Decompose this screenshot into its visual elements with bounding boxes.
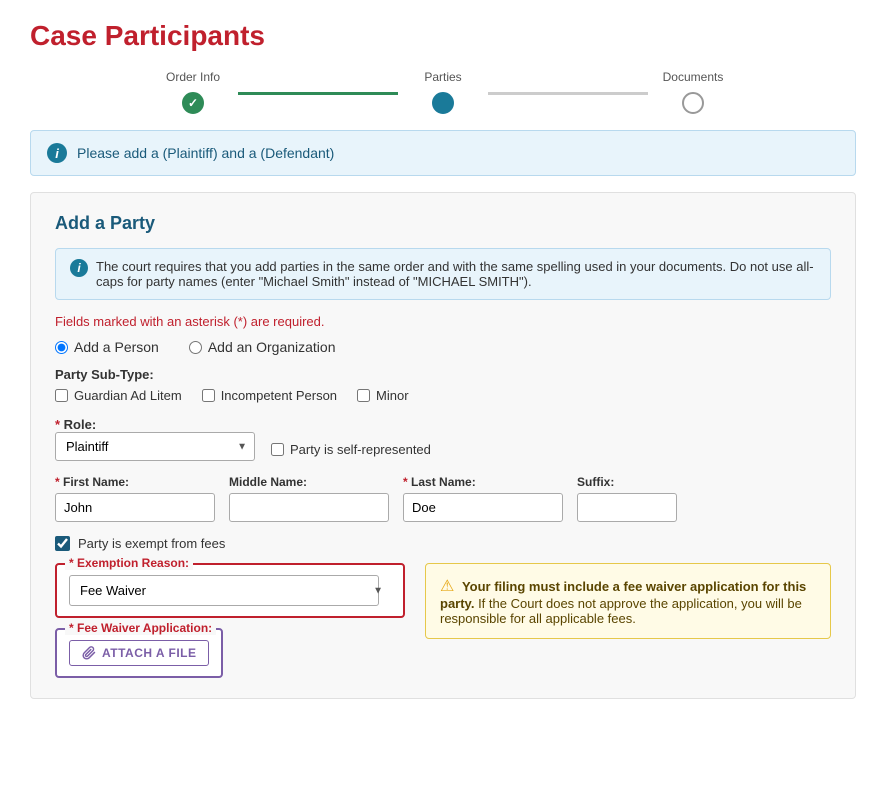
- exemption-select-wrapper: Fee Waiver ▼: [69, 575, 391, 606]
- court-notice-icon: i: [70, 259, 88, 277]
- info-icon: i: [47, 143, 67, 163]
- fee-waiver-warning: ⚠ Your filing must include a fee waiver …: [425, 563, 831, 639]
- exempt-fees-row: Party is exempt from fees: [55, 536, 831, 551]
- org-radio-label: Add an Organization: [208, 339, 336, 355]
- self-rep-checkbox[interactable]: [271, 443, 284, 456]
- warning-body: If the Court does not approve the applic…: [440, 596, 802, 626]
- person-radio-input[interactable]: [55, 341, 68, 354]
- incompetent-person-option[interactable]: Incompetent Person: [202, 388, 337, 403]
- info-banner: i Please add a (Plaintiff) and a (Defend…: [30, 130, 856, 176]
- warning-icon: ⚠: [440, 578, 454, 595]
- party-type-group: Add a Person Add an Organization: [55, 339, 831, 355]
- guardian-ad-litem-checkbox[interactable]: [55, 389, 68, 402]
- page-title: Case Participants: [30, 20, 856, 52]
- fee-waiver-app-box-label: * Fee Waiver Application:: [65, 621, 216, 635]
- minor-label: Minor: [376, 388, 409, 403]
- role-label: * Role:: [55, 417, 255, 432]
- attach-file-button[interactable]: ATTACH A FILE: [69, 640, 209, 666]
- add-party-title: Add a Party: [55, 213, 831, 234]
- guardian-ad-litem-option[interactable]: Guardian Ad Litem: [55, 388, 182, 403]
- paperclip-icon: [82, 646, 96, 660]
- last-name-field: * Last Name:: [403, 475, 563, 522]
- suffix-label: Suffix:: [577, 475, 677, 489]
- incompetent-person-label: Incompetent Person: [221, 388, 337, 403]
- person-radio-label: Add a Person: [74, 339, 159, 355]
- name-fields-row: * First Name: Middle Name: * Last Name: …: [55, 475, 831, 522]
- exempt-fees-checkbox[interactable]: [55, 536, 70, 551]
- add-org-radio[interactable]: Add an Organization: [189, 339, 336, 355]
- self-rep-label: Party is self-represented: [290, 442, 431, 457]
- sub-type-group: Guardian Ad Litem Incompetent Person Min…: [55, 388, 831, 403]
- connector-2: [488, 92, 648, 95]
- required-note: Fields marked with an asterisk (*) are r…: [55, 314, 831, 329]
- role-select-wrapper: Plaintiff Defendant ▼: [55, 432, 255, 461]
- first-name-field: * First Name:: [55, 475, 215, 522]
- org-radio-input[interactable]: [189, 341, 202, 354]
- step-parties: Parties: [398, 70, 488, 114]
- role-select[interactable]: Plaintiff Defendant: [55, 432, 255, 461]
- step-circle-parties: [432, 92, 454, 114]
- suffix-field: Suffix:: [577, 475, 677, 522]
- connector-1: [238, 92, 398, 95]
- add-person-radio[interactable]: Add a Person: [55, 339, 159, 355]
- sub-type-label: Party Sub-Type:: [55, 367, 831, 382]
- fee-waiver-app-box: * Fee Waiver Application: ATTACH A FILE: [55, 628, 223, 678]
- exemption-left: * Exemption Reason: Fee Waiver ▼ * Fee W…: [55, 563, 405, 678]
- exempt-fees-label: Party is exempt from fees: [78, 536, 225, 551]
- court-notice: i The court requires that you add partie…: [55, 248, 831, 300]
- suffix-input[interactable]: [577, 493, 677, 522]
- exemption-section: * Exemption Reason: Fee Waiver ▼ * Fee W…: [55, 563, 831, 678]
- exemption-reason-select[interactable]: Fee Waiver: [69, 575, 379, 606]
- progress-bar: Order Info ✓ Parties Documents: [30, 70, 856, 114]
- last-name-input[interactable]: [403, 493, 563, 522]
- middle-name-label: Middle Name:: [229, 475, 389, 489]
- guardian-ad-litem-label: Guardian Ad Litem: [74, 388, 182, 403]
- minor-option[interactable]: Minor: [357, 388, 409, 403]
- step-order-info: Order Info ✓: [148, 70, 238, 114]
- middle-name-input[interactable]: [229, 493, 389, 522]
- info-banner-text: Please add a (Plaintiff) and a (Defendan…: [77, 145, 334, 161]
- last-name-label: * Last Name:: [403, 475, 563, 489]
- exemption-reason-box: * Exemption Reason: Fee Waiver ▼: [55, 563, 405, 618]
- step-documents: Documents: [648, 70, 738, 114]
- exemption-reason-box-label: * Exemption Reason:: [65, 556, 193, 570]
- self-rep-checkbox-label[interactable]: Party is self-represented: [271, 442, 431, 457]
- first-name-input[interactable]: [55, 493, 215, 522]
- role-group: * Role: Plaintiff Defendant ▼ Party is s…: [55, 417, 831, 461]
- court-notice-text: The court requires that you add parties …: [96, 259, 816, 289]
- add-party-card: Add a Party i The court requires that yo…: [30, 192, 856, 699]
- incompetent-person-checkbox[interactable]: [202, 389, 215, 402]
- attach-file-label: ATTACH A FILE: [102, 646, 196, 660]
- middle-name-field: Middle Name:: [229, 475, 389, 522]
- first-name-label: * First Name:: [55, 475, 215, 489]
- step-circle-order-info: ✓: [182, 92, 204, 114]
- step-circle-documents: [682, 92, 704, 114]
- minor-checkbox[interactable]: [357, 389, 370, 402]
